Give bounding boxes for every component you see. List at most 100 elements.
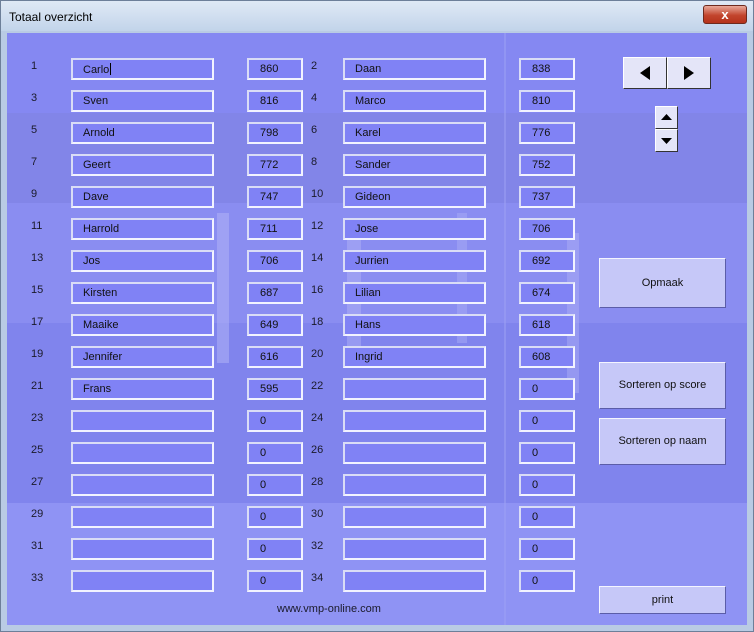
player-number: 21 <box>31 380 44 392</box>
prev-button[interactable] <box>623 57 667 89</box>
player-score-field[interactable]: 810 <box>519 90 575 112</box>
player-score-field[interactable]: 608 <box>519 346 575 368</box>
player-number: 20 <box>311 348 324 360</box>
player-name-field[interactable]: Gideon <box>343 186 486 208</box>
player-score-field[interactable]: 0 <box>519 570 575 592</box>
player-score-field[interactable]: 816 <box>247 90 303 112</box>
player-number: 28 <box>311 476 324 488</box>
player-number: 24 <box>311 412 324 424</box>
player-score-field[interactable]: 752 <box>519 154 575 176</box>
player-name-field[interactable]: Arnold <box>71 122 214 144</box>
player-score-field[interactable]: 747 <box>247 186 303 208</box>
player-score-field[interactable]: 0 <box>519 506 575 528</box>
player-name-field[interactable]: Lilian <box>343 282 486 304</box>
triangle-down-icon <box>661 138 672 144</box>
player-score-field[interactable]: 0 <box>247 474 303 496</box>
player-number: 7 <box>31 156 38 168</box>
player-score-field[interactable]: 776 <box>519 122 575 144</box>
player-score-field[interactable]: 706 <box>519 218 575 240</box>
player-score-field[interactable]: 616 <box>247 346 303 368</box>
player-name-field[interactable]: Frans <box>71 378 214 400</box>
footer-link[interactable]: www.vmp-online.com <box>277 603 381 615</box>
player-score-field[interactable]: 687 <box>247 282 303 304</box>
player-score-field[interactable]: 674 <box>519 282 575 304</box>
triangle-right-icon <box>684 66 694 80</box>
next-button[interactable] <box>667 57 711 89</box>
main-window: Totaal overzicht x 1 Carlo 860 2 Daan 838 3 Sve… <box>0 0 754 632</box>
player-score-field[interactable]: 0 <box>247 506 303 528</box>
player-name-field[interactable]: Hans <box>343 314 486 336</box>
player-number: 27 <box>31 476 44 488</box>
player-name-field[interactable] <box>343 378 486 400</box>
scroll-up-button[interactable] <box>655 106 678 129</box>
player-name-field[interactable]: Dave <box>71 186 214 208</box>
player-name-field[interactable] <box>71 410 214 432</box>
player-name-field[interactable]: Kirsten <box>71 282 214 304</box>
window-title: Totaal overzicht <box>9 10 93 24</box>
player-name-field[interactable] <box>343 442 486 464</box>
player-score-field[interactable]: 0 <box>247 442 303 464</box>
player-number: 19 <box>31 348 44 360</box>
close-button[interactable]: x <box>703 5 747 24</box>
player-score-field[interactable]: 0 <box>519 538 575 560</box>
sort-by-score-button[interactable]: Sorteren op score <box>599 362 726 409</box>
player-name-field[interactable]: Jos <box>71 250 214 272</box>
triangle-up-icon <box>661 114 672 120</box>
player-score-field[interactable]: 860 <box>247 58 303 80</box>
player-name-field[interactable]: Sven <box>71 90 214 112</box>
player-name-field[interactable] <box>71 570 214 592</box>
player-number: 29 <box>31 508 44 520</box>
player-score-field[interactable]: 692 <box>519 250 575 272</box>
player-number: 12 <box>311 220 324 232</box>
player-name-field[interactable]: Karel <box>343 122 486 144</box>
player-score-field[interactable]: 0 <box>247 538 303 560</box>
player-number: 30 <box>311 508 324 520</box>
player-score-field[interactable]: 798 <box>247 122 303 144</box>
player-name-field[interactable] <box>343 506 486 528</box>
player-number: 13 <box>31 252 44 264</box>
player-score-field[interactable]: 0 <box>519 474 575 496</box>
player-score-field[interactable]: 838 <box>519 58 575 80</box>
player-name-field[interactable]: Maaike <box>71 314 214 336</box>
player-score-field[interactable]: 772 <box>247 154 303 176</box>
player-score-field[interactable]: 706 <box>247 250 303 272</box>
player-name-field[interactable] <box>343 570 486 592</box>
player-name-field[interactable]: Carlo <box>71 58 214 80</box>
player-name-field[interactable]: Geert <box>71 154 214 176</box>
player-name-field[interactable] <box>343 474 486 496</box>
player-score-field[interactable]: 0 <box>519 378 575 400</box>
player-score-field[interactable]: 0 <box>247 570 303 592</box>
player-name-field[interactable] <box>343 538 486 560</box>
player-name-field[interactable] <box>71 506 214 528</box>
player-score-field[interactable]: 737 <box>519 186 575 208</box>
player-score-field[interactable]: 649 <box>247 314 303 336</box>
player-name-field[interactable]: Marco <box>343 90 486 112</box>
player-name-field[interactable] <box>343 410 486 432</box>
player-number: 10 <box>311 188 324 200</box>
player-score-field[interactable]: 0 <box>519 410 575 432</box>
player-name-field[interactable] <box>71 442 214 464</box>
player-name-field[interactable]: Daan <box>343 58 486 80</box>
player-score-field[interactable]: 0 <box>247 410 303 432</box>
player-name-field[interactable] <box>71 538 214 560</box>
player-name-field[interactable]: Sander <box>343 154 486 176</box>
player-name-field[interactable]: Ingrid <box>343 346 486 368</box>
title-bar: Totaal overzicht x <box>1 1 753 31</box>
player-name-field[interactable]: Jose <box>343 218 486 240</box>
player-name-field[interactable]: Jennifer <box>71 346 214 368</box>
player-score-field[interactable]: 618 <box>519 314 575 336</box>
player-number: 31 <box>31 540 44 552</box>
player-name-field[interactable]: Harrold <box>71 218 214 240</box>
player-score-field[interactable]: 0 <box>519 442 575 464</box>
player-score-field[interactable]: 711 <box>247 218 303 240</box>
player-number: 9 <box>31 188 38 200</box>
scroll-down-button[interactable] <box>655 129 678 152</box>
player-number: 3 <box>31 92 38 104</box>
player-name-field[interactable]: Jurrien <box>343 250 486 272</box>
sort-by-name-button[interactable]: Sorteren op naam <box>599 418 726 465</box>
player-score-field[interactable]: 595 <box>247 378 303 400</box>
player-number: 8 <box>311 156 318 168</box>
opmaak-button[interactable]: Opmaak <box>599 258 726 308</box>
player-name-field[interactable] <box>71 474 214 496</box>
print-button[interactable]: print <box>599 586 726 614</box>
